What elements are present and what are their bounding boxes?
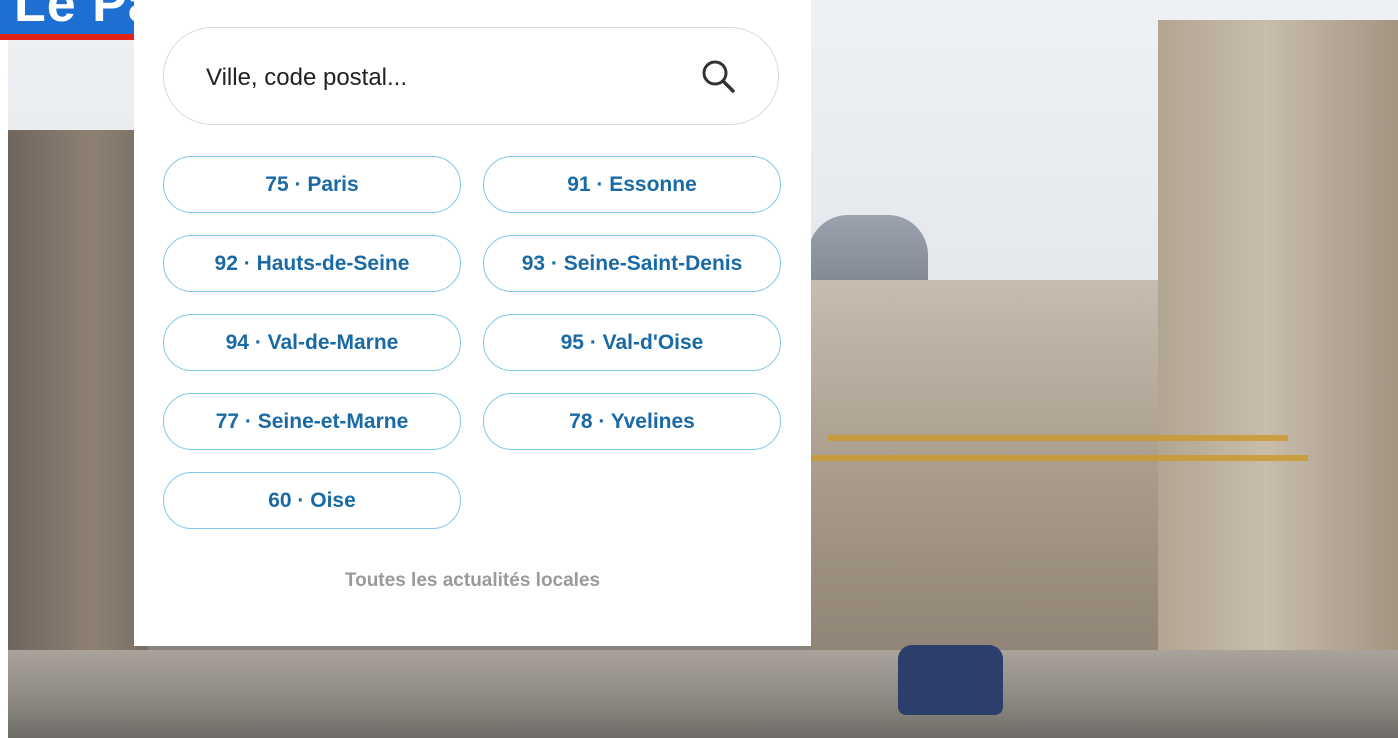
department-button-60[interactable]: 60 · Oise	[163, 472, 461, 529]
department-button-78[interactable]: 78 · Yvelines	[483, 393, 781, 450]
search-box[interactable]	[163, 27, 779, 125]
building-left	[8, 130, 148, 690]
building-right	[1158, 20, 1398, 670]
department-button-92[interactable]: 92 · Hauts-de-Seine	[163, 235, 461, 292]
search-input[interactable]	[204, 56, 688, 100]
department-button-95[interactable]: 95 · Val-d'Oise	[483, 314, 781, 371]
street	[8, 650, 1398, 738]
all-local-news-link[interactable]: Toutes les actualités locales	[134, 570, 811, 592]
department-button-93[interactable]: 93 · Seine-Saint-Denis	[483, 235, 781, 292]
scaffold-bar	[808, 455, 1308, 461]
car	[898, 645, 1003, 715]
department-button-91[interactable]: 91 · Essonne	[483, 156, 781, 213]
department-button-75[interactable]: 75 · Paris	[163, 156, 461, 213]
department-button-77[interactable]: 77 · Seine-et-Marne	[163, 393, 461, 450]
search-icon[interactable]	[700, 58, 738, 96]
local-news-panel: 75 · Paris 91 · Essonne 92 · Hauts-de-Se…	[134, 0, 811, 646]
department-button-94[interactable]: 94 · Val-de-Marne	[163, 314, 461, 371]
scaffold-bar	[828, 435, 1288, 441]
building-center	[808, 280, 1188, 660]
